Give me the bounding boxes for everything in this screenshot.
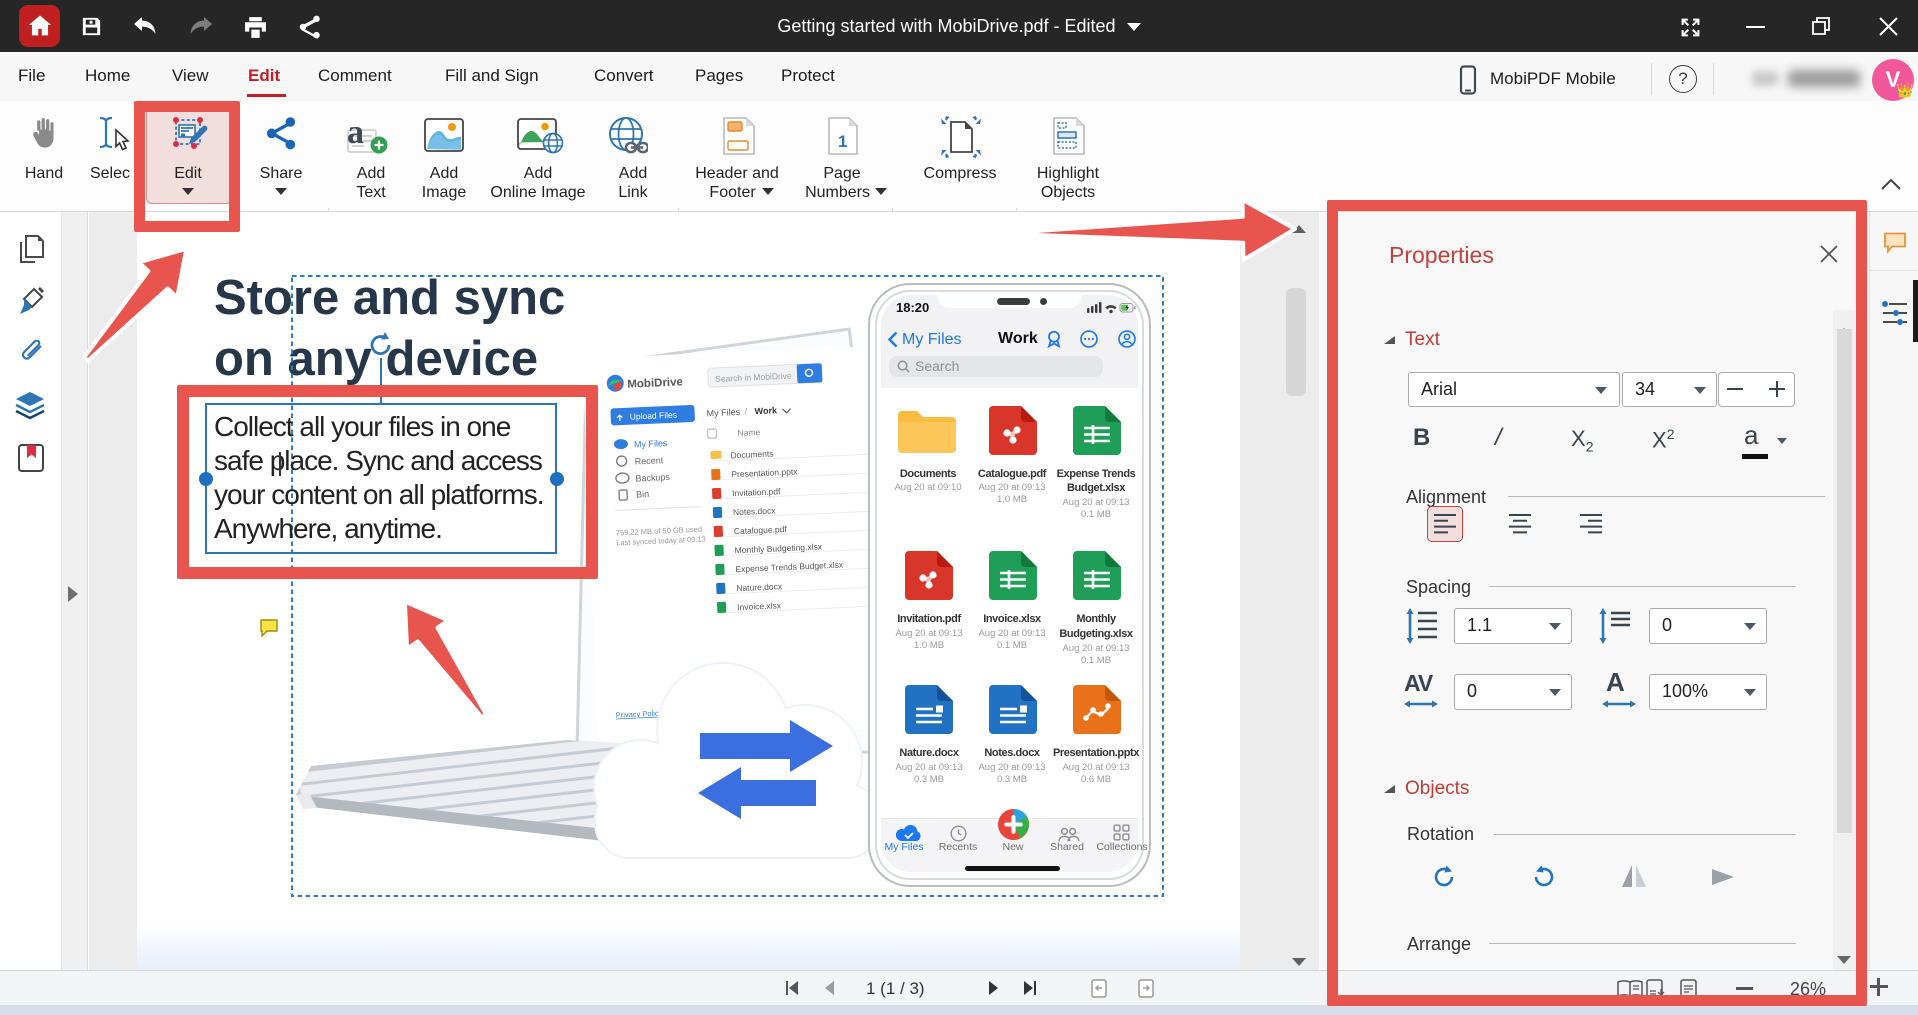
svg-text:a: a — [347, 116, 364, 151]
svg-text:1: 1 — [838, 132, 847, 151]
